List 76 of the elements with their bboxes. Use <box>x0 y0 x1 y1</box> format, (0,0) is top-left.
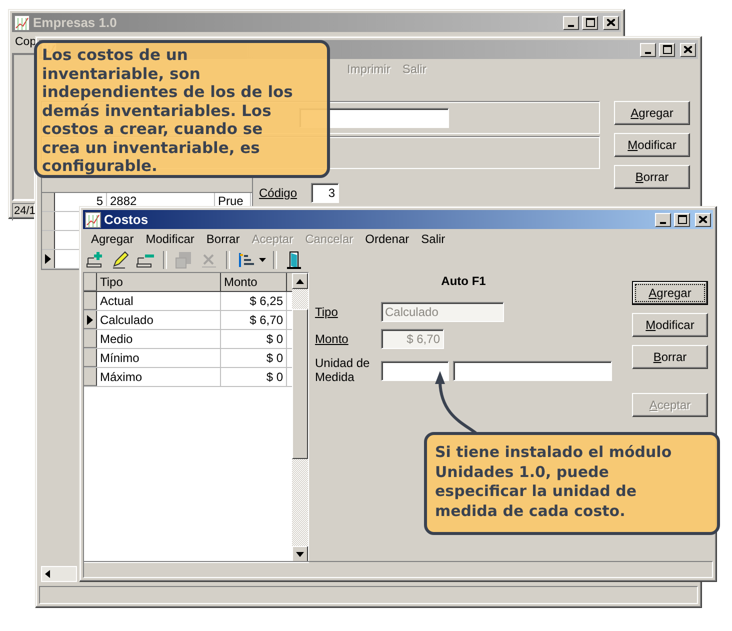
field-label: Unidad de Medida <box>315 356 371 384</box>
push-button[interactable]: Borrar <box>614 165 690 189</box>
menu-item[interactable]: Cop <box>12 36 36 48</box>
menu-item[interactable]: Salir <box>415 232 452 246</box>
row-header[interactable] <box>84 292 97 310</box>
table-cell: $ 6,25 <box>221 292 287 310</box>
down-arrow-icon <box>296 552 304 556</box>
callout-note: Si tiene instalado el módulo Unidades 1.0, puede especificar la unidad de medida de cada costo. <box>424 432 720 535</box>
table-cell: Medio <box>97 330 221 348</box>
maximize-button[interactable] <box>674 212 690 226</box>
push-button[interactable]: Borrar <box>632 345 708 369</box>
caret-icon <box>259 258 266 262</box>
field-label: Código <box>259 186 298 200</box>
vertical-scrollbar[interactable] <box>292 273 308 562</box>
table-cell: Calculado <box>97 311 221 329</box>
close-button[interactable] <box>603 16 619 30</box>
close-icon <box>684 46 692 53</box>
row-header[interactable] <box>42 212 55 230</box>
table-cell: $ 0 <box>221 349 287 367</box>
door-icon <box>284 250 304 270</box>
minimize-icon <box>645 52 651 54</box>
up-arrow-icon <box>296 278 304 284</box>
table-cell: Mínimo <box>97 349 221 367</box>
menu-item[interactable]: Ordenar <box>359 232 416 246</box>
record-heading: Auto F1 <box>440 274 487 290</box>
callout-note: Los costos de un inventariable, son independientes de los de los demás inventariables. Los costos a crear, cuando se crea un inventariable, es configurable. <box>34 40 330 178</box>
maximize-icon <box>678 215 686 224</box>
maximize-button[interactable] <box>582 16 598 30</box>
close-icon <box>699 216 707 223</box>
unit-name-field[interactable] <box>453 361 612 381</box>
menu-item[interactable]: Agregar <box>85 232 140 246</box>
table-cell: Máximo <box>97 368 221 386</box>
row-indicator[interactable] <box>42 250 55 268</box>
minimize-button[interactable] <box>563 16 579 30</box>
maximize-icon <box>586 18 594 27</box>
close-icon <box>607 19 615 26</box>
status-bar-cell: 24/1 <box>12 203 35 221</box>
minimize-icon <box>568 24 574 26</box>
minimize-button[interactable] <box>640 42 656 56</box>
push-button[interactable]: Agregar <box>614 101 690 125</box>
table-cell: Actual <box>97 292 221 310</box>
row-header[interactable] <box>42 231 55 249</box>
code-field[interactable]: 3 <box>311 183 340 203</box>
pointer-icon <box>45 254 51 264</box>
unit-code-field[interactable] <box>381 361 449 381</box>
scroll-thumb[interactable] <box>292 309 308 459</box>
maximize-button[interactable] <box>659 42 675 56</box>
table-cell: $ 6,70 <box>221 311 287 329</box>
disk-icon <box>174 250 194 270</box>
field-label: Monto <box>315 332 350 346</box>
horizontal-scrollbar[interactable] <box>41 566 77 582</box>
push-button[interactable]: Agregar <box>632 281 708 305</box>
table-cell: $ 0 <box>221 330 287 348</box>
minimize-icon <box>660 222 666 224</box>
window-title: Empresas 1.0 <box>33 15 117 30</box>
row-header[interactable] <box>42 193 55 211</box>
menu-item[interactable]: Borrar <box>200 232 246 246</box>
row-header[interactable] <box>84 349 97 367</box>
row-header[interactable] <box>84 330 97 348</box>
table-cell: $ 0 <box>221 368 287 386</box>
column-header[interactable]: Monto <box>221 273 287 291</box>
push-button[interactable]: Modificar <box>614 133 690 157</box>
maximize-icon <box>662 45 672 54</box>
sort-icon <box>237 250 257 270</box>
column-header[interactable]: Tipo <box>97 273 221 291</box>
menu-item[interactable]: Modificar <box>140 232 200 246</box>
pointer-icon <box>87 314 93 324</box>
minimize-button[interactable] <box>655 212 671 226</box>
close-button[interactable] <box>680 42 696 56</box>
close-button[interactable] <box>695 212 711 226</box>
row-indicator[interactable] <box>84 311 97 329</box>
field-label: Tipo <box>315 305 339 319</box>
window-title: Costos <box>104 212 148 227</box>
push-button[interactable]: Modificar <box>632 313 708 337</box>
row-header[interactable] <box>84 368 97 386</box>
pencil-icon <box>111 250 131 270</box>
